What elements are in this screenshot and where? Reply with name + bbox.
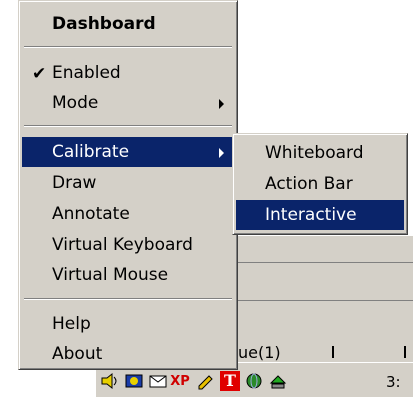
menu-item-label: Enabled	[52, 63, 121, 83]
menu-item-label: Virtual Keyboard	[52, 235, 193, 255]
context-menu: Dashboard ✔ Enabled Mode Calibrate Draw …	[18, 0, 238, 370]
menu-header-label: Dashboard	[52, 14, 156, 34]
submenu-item-interactive[interactable]: Interactive	[236, 200, 404, 230]
calibrate-submenu: Whiteboard Action Bar Interactive	[232, 133, 408, 235]
menu-item-label: Draw	[52, 173, 97, 193]
xp-icon[interactable]: XP	[170, 371, 190, 391]
menu-item-calibrate[interactable]: Calibrate	[22, 137, 234, 167]
menu-separator	[24, 46, 232, 48]
background-tick	[404, 346, 406, 358]
background-partial-text: ue(1)	[238, 343, 281, 362]
clock[interactable]: 3:	[386, 373, 401, 391]
menu-item-label: Annotate	[52, 204, 130, 224]
mail-icon[interactable]	[148, 371, 168, 391]
menu-item-label: Calibrate	[52, 142, 130, 162]
submenu-item-label: Interactive	[265, 205, 357, 225]
background-divider	[232, 262, 413, 263]
menu-item-label: About	[52, 344, 103, 364]
submenu-item-action-bar[interactable]: Action Bar	[236, 169, 404, 199]
menu-item-about[interactable]: About	[22, 339, 234, 369]
menu-item-mode[interactable]: Mode	[22, 88, 234, 118]
menu-item-virtual-keyboard[interactable]: Virtual Keyboard	[22, 230, 234, 260]
background-divider	[232, 300, 413, 301]
menu-item-virtual-mouse[interactable]: Virtual Mouse	[22, 260, 234, 290]
submenu-item-label: Whiteboard	[265, 143, 364, 163]
submenu-arrow-icon	[219, 148, 224, 158]
menu-item-draw[interactable]: Draw	[22, 168, 234, 198]
submenu-item-whiteboard[interactable]: Whiteboard	[236, 138, 404, 168]
menu-separator	[24, 298, 232, 300]
menu-item-annotate[interactable]: Annotate	[22, 199, 234, 229]
green-arrow-icon[interactable]	[268, 371, 288, 391]
menu-item-label: Virtual Mouse	[52, 265, 169, 285]
menu-item-help[interactable]: Help	[22, 309, 234, 339]
t-icon[interactable]: T	[220, 371, 240, 391]
speaker-icon[interactable]	[100, 371, 120, 391]
menu-header[interactable]: Dashboard	[22, 9, 234, 39]
menu-item-label: Mode	[52, 93, 99, 113]
checkmark-icon: ✔	[32, 64, 47, 84]
network-icon[interactable]	[124, 371, 144, 391]
submenu-arrow-icon	[219, 99, 224, 109]
menu-separator	[24, 125, 232, 127]
pencil-icon[interactable]	[196, 371, 216, 391]
background-tick	[332, 346, 334, 358]
globe-icon[interactable]	[244, 371, 264, 391]
menu-item-label: Help	[52, 314, 91, 334]
menu-item-enabled[interactable]: ✔ Enabled	[22, 58, 234, 88]
submenu-item-label: Action Bar	[265, 174, 353, 194]
